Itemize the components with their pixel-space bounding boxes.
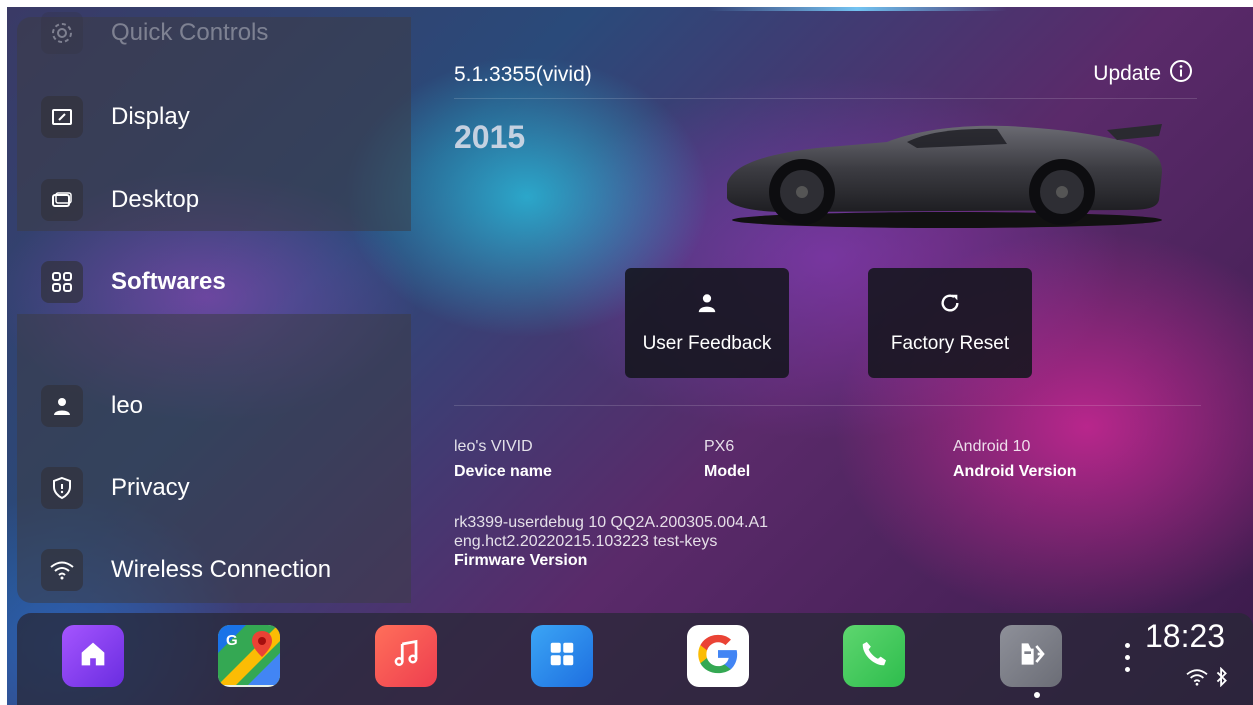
- car-image: [727, 124, 1162, 228]
- info-icon: [1169, 59, 1193, 89]
- sidebar-item-label: Privacy: [111, 474, 190, 501]
- model-key: Model: [704, 463, 751, 480]
- maps-icon: G: [218, 625, 280, 687]
- sidebar-item-label: Quick Controls: [111, 19, 269, 46]
- desktop-icon: [41, 179, 83, 221]
- factory-reset-label: Factory Reset: [890, 332, 1010, 354]
- firmware-line-1: rk3399-userdebug 10 QQ2A.200305.004.A1: [454, 514, 769, 531]
- sidebar-item-label: Softwares: [111, 268, 226, 295]
- sidebar-item-user[interactable]: leo: [17, 376, 411, 436]
- apps-grid-icon: [547, 639, 577, 674]
- grid-icon: [41, 261, 83, 303]
- bluetooth-icon: [1215, 666, 1229, 692]
- app-dock: G 18:23: [17, 613, 1253, 705]
- screen-frame: Quick Controls Display Desktop Softwares: [7, 7, 1253, 705]
- update-button[interactable]: Update: [1093, 59, 1193, 89]
- user-feedback-button[interactable]: User Feedback: [625, 268, 789, 378]
- svg-text:G: G: [226, 632, 238, 649]
- clock: 18:23: [1145, 618, 1226, 654]
- user-feedback-label: User Feedback: [642, 332, 772, 354]
- device-name-key: Device name: [454, 463, 552, 480]
- refresh-icon: [939, 292, 961, 319]
- android-version-value: Android 10: [953, 438, 1031, 455]
- music-app[interactable]: [375, 625, 437, 687]
- status-tray: [1185, 666, 1229, 692]
- gear-icon: [41, 12, 83, 54]
- sidebar-item-softwares[interactable]: Softwares: [17, 252, 411, 312]
- factory-reset-button[interactable]: Factory Reset: [868, 268, 1032, 378]
- sidebar-item-label: Desktop: [111, 186, 200, 213]
- android-version-key: Android Version: [953, 463, 1077, 480]
- sidebar-item-quick-controls[interactable]: Quick Controls: [17, 7, 411, 63]
- device-name-value: leo's VIVID: [454, 438, 533, 455]
- music-note-icon: [391, 639, 421, 674]
- sidebar-item-desktop[interactable]: Desktop: [17, 170, 411, 230]
- shield-icon: [41, 467, 83, 509]
- phone-icon: [858, 638, 890, 675]
- dock-menu-dots[interactable]: [1125, 643, 1131, 679]
- model-value: PX6: [704, 438, 735, 455]
- sidebar-item-label: Wireless Connection: [111, 556, 332, 583]
- model-year: 2015: [454, 119, 526, 155]
- sidebar-item-privacy[interactable]: Privacy: [17, 458, 411, 518]
- divider: [454, 98, 1197, 99]
- wifi-icon: [41, 549, 83, 591]
- home-icon: [76, 637, 110, 676]
- firmware-line-2: eng.hct2.20220215.103223 test-keys: [454, 533, 718, 550]
- firmware-version-key: Firmware Version: [454, 552, 588, 569]
- sidebar-item-wireless[interactable]: Wireless Connection: [17, 540, 411, 600]
- sidebar-item-label: leo: [111, 392, 144, 419]
- firmware-version-block: rk3399-userdebug 10 QQ2A.200305.004.A1 e…: [454, 513, 768, 570]
- apps-launcher[interactable]: [531, 625, 593, 687]
- top-glow: [707, 7, 1007, 11]
- home-app[interactable]: [62, 625, 124, 687]
- person-icon: [41, 385, 83, 427]
- google-icon: [695, 631, 741, 682]
- software-version: 5.1.3355(vivid): [454, 63, 592, 86]
- phone-app[interactable]: [843, 625, 905, 687]
- car-seat-icon: [1015, 638, 1047, 675]
- person-icon: [696, 292, 718, 319]
- active-app-indicator: [1034, 692, 1040, 698]
- display-icon: [41, 96, 83, 138]
- divider: [454, 405, 1201, 406]
- maps-app[interactable]: G: [218, 625, 280, 687]
- sidebar-item-label: Display: [111, 103, 190, 130]
- google-app[interactable]: [687, 625, 749, 687]
- car-settings-app[interactable]: [1000, 625, 1062, 687]
- wifi-icon: [1185, 667, 1209, 692]
- update-label: Update: [1093, 62, 1161, 85]
- settings-sidebar: Quick Controls Display Desktop Softwares: [17, 12, 411, 603]
- sidebar-item-display[interactable]: Display: [17, 87, 411, 147]
